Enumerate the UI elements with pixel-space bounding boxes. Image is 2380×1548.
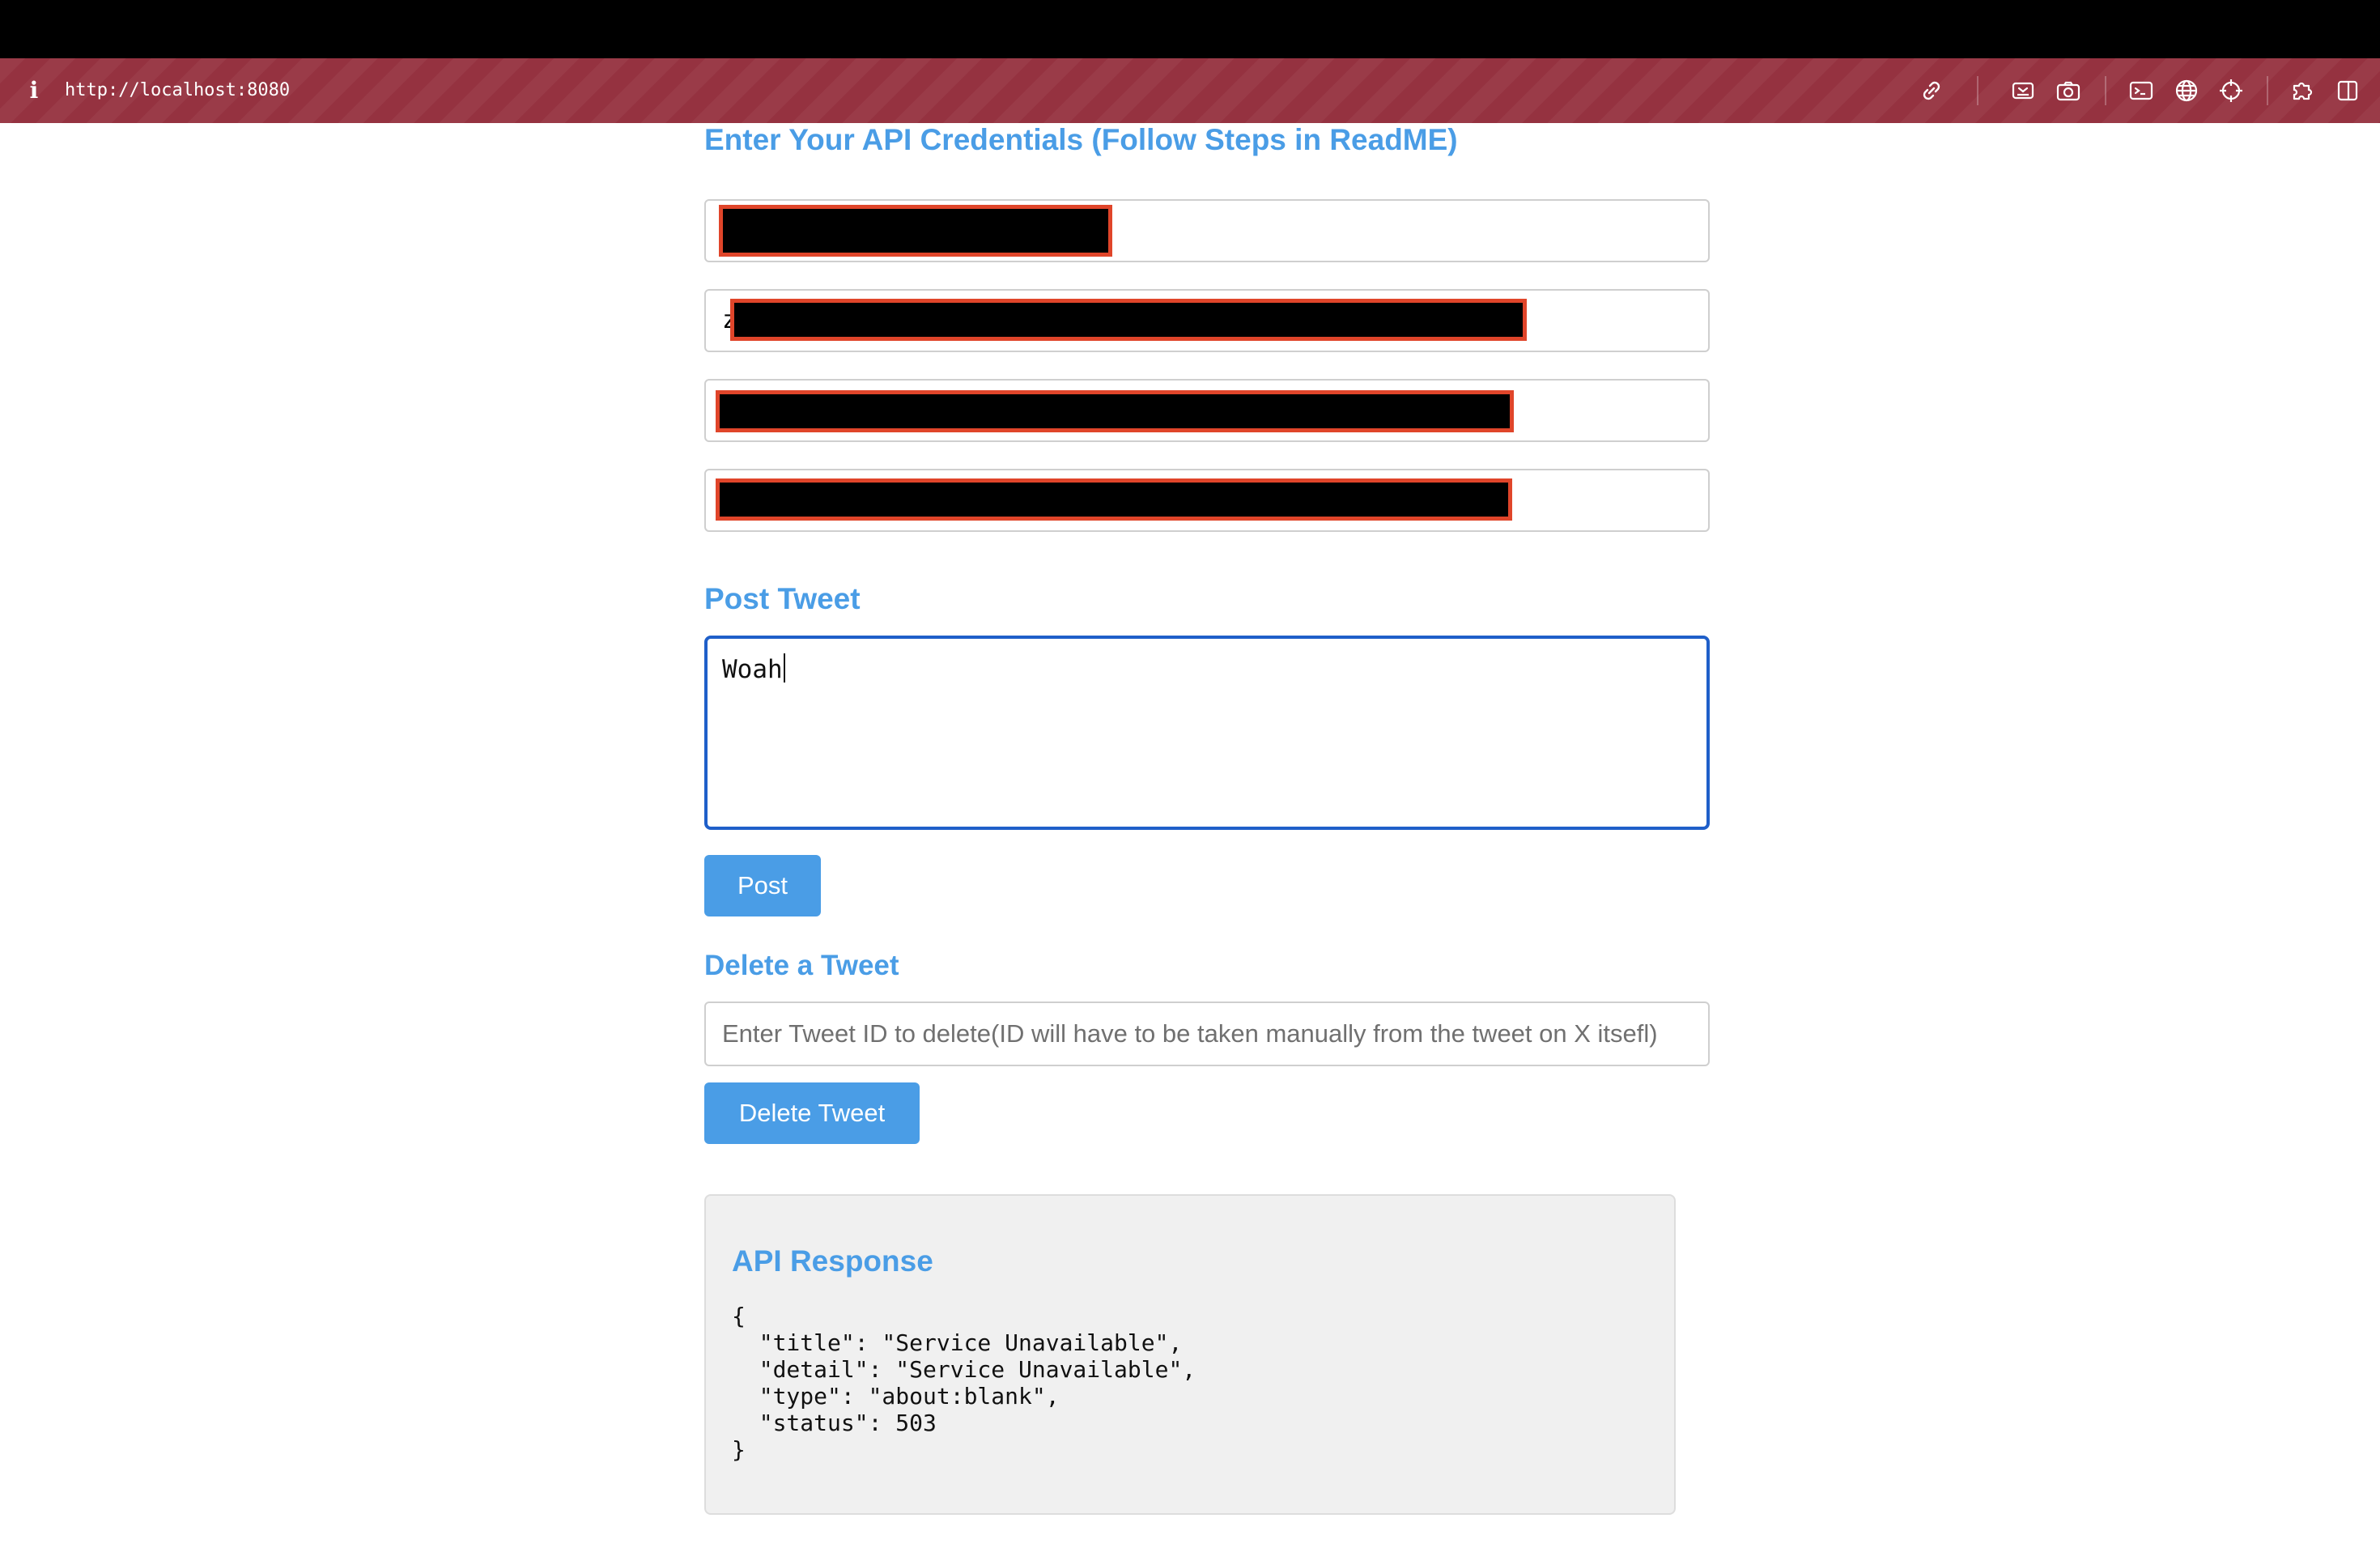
browser-toolbar: i http://localhost:8080 <box>0 58 2380 123</box>
toolbar-divider <box>2267 76 2268 105</box>
page-content: Enter Your API Credentials (Follow Steps… <box>0 123 2380 1548</box>
inspect-icon[interactable] <box>2010 78 2036 104</box>
credential-field-2[interactable]: z <box>704 289 1710 352</box>
redaction-box <box>716 390 1514 432</box>
api-response-body: { "title": "Service Unavailable", "detai… <box>732 1303 1196 1463</box>
toolbar-divider <box>1977 76 1978 105</box>
redaction-box <box>719 205 1112 257</box>
text-caret <box>783 653 785 683</box>
info-icon[interactable]: i <box>24 74 44 107</box>
delete-tweet-button[interactable]: Delete Tweet <box>704 1082 920 1144</box>
toolbar-divider <box>2105 76 2106 105</box>
tweet-textarea[interactable]: Woah <box>704 636 1710 830</box>
camera-icon[interactable] <box>2055 78 2081 104</box>
credential-field-1[interactable] <box>704 199 1710 262</box>
link-icon[interactable] <box>1919 78 1944 104</box>
credential-field-4[interactable] <box>704 469 1710 532</box>
tweet-text: Woah <box>722 655 783 684</box>
redaction-box <box>716 478 1512 521</box>
split-view-icon[interactable] <box>2335 78 2361 104</box>
api-response-heading: API Response <box>732 1244 933 1278</box>
globe-icon[interactable] <box>2174 78 2199 104</box>
address-bar-url[interactable]: http://localhost:8080 <box>65 74 290 107</box>
delete-tweet-heading: Delete a Tweet <box>704 950 899 981</box>
redaction-box <box>730 299 1527 341</box>
credentials-heading: Enter Your API Credentials (Follow Steps… <box>704 123 1458 156</box>
crosshair-icon[interactable] <box>2218 78 2244 104</box>
screen-top-bar <box>0 0 2380 58</box>
terminal-icon[interactable] <box>2128 78 2154 104</box>
api-response-panel: API Response { "title": "Service Unavail… <box>704 1194 1676 1515</box>
extensions-icon[interactable] <box>2289 78 2315 104</box>
credential-field-3[interactable] <box>704 379 1710 442</box>
post-tweet-heading: Post Tweet <box>704 582 861 615</box>
post-button[interactable]: Post <box>704 855 821 916</box>
tweet-id-input[interactable] <box>704 1002 1710 1066</box>
